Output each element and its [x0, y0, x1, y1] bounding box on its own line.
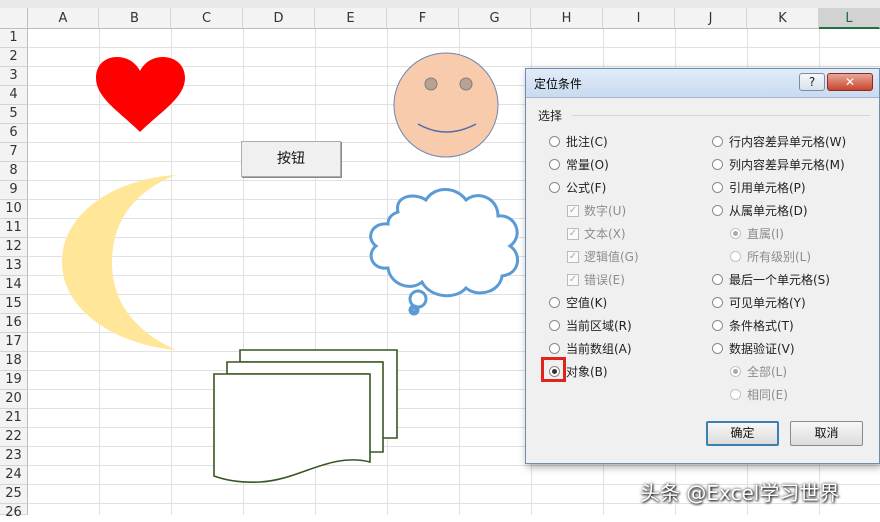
radio-data-validation[interactable]: [712, 343, 723, 354]
checkbox-text: ✓: [567, 228, 579, 240]
radio-conditional-formats[interactable]: [712, 320, 723, 331]
radio-validation-same: [730, 389, 741, 400]
radio-blanks[interactable]: [549, 297, 560, 308]
option-label: 逻辑值(G): [584, 250, 639, 264]
dialog-title: 定位条件: [534, 77, 583, 91]
checkbox-numbers: ✓: [567, 205, 579, 217]
radio-last-cell[interactable]: [712, 274, 723, 285]
group-divider: [572, 115, 870, 116]
smiley-face-shape[interactable]: [393, 52, 499, 158]
radio-current-array[interactable]: [549, 343, 560, 354]
radio-dependents[interactable]: [712, 205, 723, 216]
radio-precedents[interactable]: [712, 182, 723, 193]
option-label: 错误(E): [584, 273, 625, 287]
option-label: 直属(I): [747, 227, 784, 241]
option-label: 从属单元格(D): [729, 204, 808, 218]
multidocument-shape[interactable]: [213, 349, 398, 483]
option-label: 对象(B): [566, 365, 608, 379]
close-button[interactable]: ✕: [827, 73, 873, 91]
go-to-special-dialog: 定位条件 ? ✕ 选择 批注(C) 常量(O) 公式(F) ✓ 数字(U) ✓ 文本…: [525, 68, 880, 464]
ok-button[interactable]: 确定: [706, 421, 779, 446]
option-label: 相同(E): [747, 388, 788, 402]
option-label: 条件格式(T): [729, 319, 794, 333]
watermark-text: 头条 @Excel学习世界: [640, 481, 840, 505]
option-label: 常量(O): [566, 158, 609, 172]
option-label: 当前区域(R): [566, 319, 632, 333]
help-button[interactable]: ?: [799, 73, 825, 91]
radio-constants[interactable]: [549, 159, 560, 170]
option-label: 当前数组(A): [566, 342, 632, 356]
moon-shape[interactable]: [62, 175, 176, 350]
option-label: 公式(F): [566, 181, 607, 195]
radio-validation-all: [730, 366, 741, 377]
highlight-box: [541, 357, 566, 382]
heart-shape[interactable]: [96, 57, 185, 132]
option-label: 所有级别(L): [747, 250, 812, 264]
option-label: 列内容差异单元格(M): [729, 158, 845, 172]
checkbox-errors: ✓: [567, 274, 579, 286]
form-control-button[interactable]: 按钮: [241, 141, 341, 177]
select-group-label: 选择: [538, 109, 563, 123]
option-label: 空值(K): [566, 296, 608, 310]
radio-direct-only: [730, 228, 741, 239]
option-label: 批注(C): [566, 135, 608, 149]
option-label: 数据验证(V): [729, 342, 795, 356]
radio-current-region[interactable]: [549, 320, 560, 331]
radio-row-differences[interactable]: [712, 136, 723, 147]
radio-column-differences[interactable]: [712, 159, 723, 170]
radio-all-levels: [730, 251, 741, 262]
cloud-callout-shape[interactable]: [369, 188, 519, 316]
option-label: 行内容差异单元格(W): [729, 135, 847, 149]
radio-visible-cells[interactable]: [712, 297, 723, 308]
option-label: 可见单元格(Y): [729, 296, 806, 310]
radio-formulas[interactable]: [549, 182, 560, 193]
option-label: 最后一个单元格(S): [729, 273, 830, 287]
option-label: 全部(L): [747, 365, 788, 379]
radio-comments[interactable]: [549, 136, 560, 147]
option-label: 数字(U): [584, 204, 627, 218]
option-label: 文本(X): [584, 227, 626, 241]
dialog-titlebar[interactable]: 定位条件 ? ✕: [526, 69, 879, 98]
checkbox-logicals: ✓: [567, 251, 579, 263]
cancel-button[interactable]: 取消: [790, 421, 863, 446]
option-label: 引用单元格(P): [729, 181, 806, 195]
